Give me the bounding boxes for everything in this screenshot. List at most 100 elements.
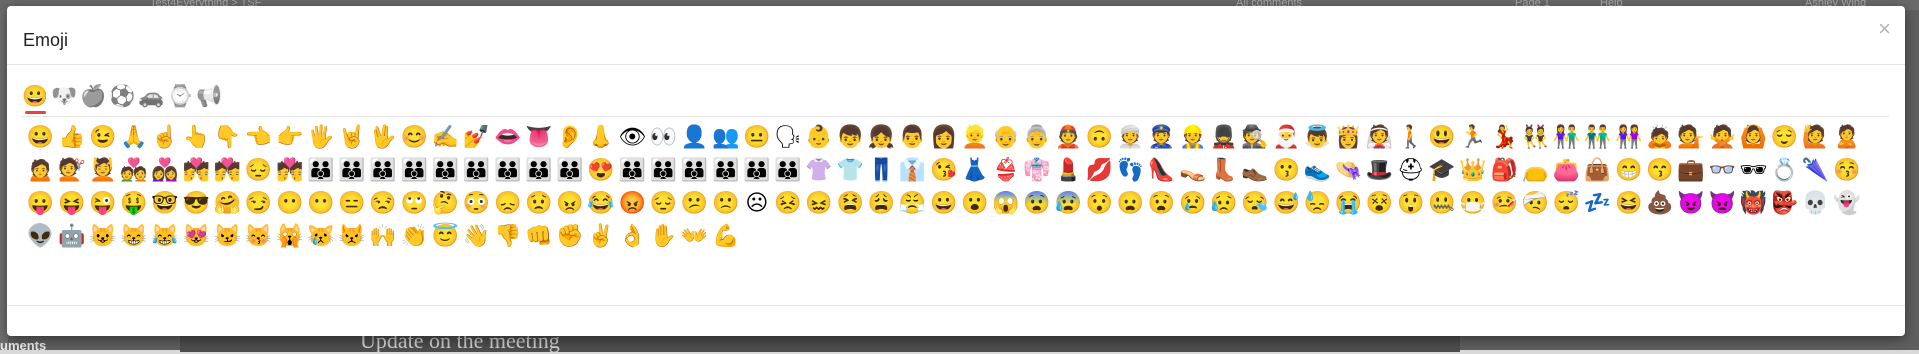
emoji-button[interactable]: 👩‍❤️‍👩: [150, 153, 181, 186]
emoji-button[interactable]: 👉: [274, 120, 305, 153]
emoji-button[interactable]: 👰: [1364, 120, 1395, 153]
emoji-button[interactable]: 👡: [1177, 153, 1208, 186]
emoji-button[interactable]: 💏: [212, 153, 243, 186]
emoji-button[interactable]: 😊: [399, 120, 430, 153]
emoji-button[interactable]: 🎒: [1489, 153, 1520, 186]
emoji-button[interactable]: ✍: [430, 120, 461, 153]
emoji-button[interactable]: 😟: [523, 186, 554, 219]
emoji-button[interactable]: 👤: [679, 120, 710, 153]
emoji-button[interactable]: 👫: [1551, 120, 1582, 153]
emoji-button[interactable]: 👪: [461, 153, 492, 186]
emoji-button[interactable]: 😯: [1084, 186, 1115, 219]
emoji-button[interactable]: 👭: [1613, 120, 1644, 153]
emoji-button[interactable]: 😌: [1769, 120, 1800, 153]
emoji-button[interactable]: 😷: [1457, 186, 1488, 219]
emoji-button[interactable]: 😞: [492, 186, 523, 219]
emoji-button[interactable]: 👈: [243, 120, 274, 153]
emoji-button[interactable]: 👷: [1177, 120, 1208, 153]
emoji-button[interactable]: 😖: [804, 186, 835, 219]
emoji-button[interactable]: 💋: [1084, 153, 1115, 186]
emoji-button[interactable]: 😶: [305, 186, 336, 219]
emoji-button[interactable]: 👅: [523, 120, 554, 153]
emoji-button[interactable]: 👟: [1302, 153, 1333, 186]
emoji-button[interactable]: 💃: [1489, 120, 1520, 153]
emoji-button[interactable]: 💄: [1053, 153, 1084, 186]
emoji-button[interactable]: 🤘: [336, 120, 367, 153]
emoji-button[interactable]: 💆: [87, 153, 118, 186]
emoji-button[interactable]: 👬: [1582, 120, 1613, 153]
emoji-button[interactable]: 👑: [1457, 153, 1488, 186]
emoji-button[interactable]: 😂: [586, 186, 617, 219]
emoji-button[interactable]: 😆: [1613, 186, 1644, 219]
emoji-button[interactable]: 😢: [1177, 186, 1208, 219]
emoji-button[interactable]: 👩: [928, 120, 959, 153]
emoji-button[interactable]: 🙄: [399, 186, 430, 219]
emoji-button[interactable]: 👋: [461, 219, 492, 252]
emoji-button[interactable]: 😘: [928, 153, 959, 186]
emoji-button[interactable]: 👁: [617, 120, 648, 153]
emoji-button[interactable]: 💑: [118, 153, 149, 186]
emoji-button[interactable]: 👪: [617, 153, 648, 186]
emoji-button[interactable]: 👪: [430, 153, 461, 186]
emoji-button[interactable]: 👮: [1146, 120, 1177, 153]
emoji-button[interactable]: 😓: [1302, 186, 1333, 219]
emoji-button[interactable]: 🙆: [1738, 120, 1769, 153]
tab-animals[interactable]: 🐶: [50, 80, 79, 114]
emoji-button[interactable]: 💁: [1675, 120, 1706, 153]
emoji-button[interactable]: 😍: [586, 153, 617, 186]
emoji-button[interactable]: 😮: [959, 186, 990, 219]
emoji-button[interactable]: 👆: [181, 120, 212, 153]
emoji-button[interactable]: 👕: [835, 153, 866, 186]
emoji-button[interactable]: 👿: [1707, 186, 1738, 219]
emoji-button[interactable]: ✋: [648, 219, 679, 252]
emoji-button[interactable]: 👪: [399, 153, 430, 186]
emoji-button[interactable]: 😀: [928, 186, 959, 219]
emoji-button[interactable]: 🤑: [118, 186, 149, 219]
tab-travel[interactable]: 🚗: [137, 80, 166, 114]
emoji-button[interactable]: 👍: [56, 120, 87, 153]
emoji-button[interactable]: 👇: [212, 120, 243, 153]
emoji-button[interactable]: 👚: [804, 153, 835, 186]
emoji-button[interactable]: 🎩: [1364, 153, 1395, 186]
emoji-button[interactable]: ✊: [554, 219, 585, 252]
emoji-button[interactable]: 👜: [1582, 153, 1613, 186]
emoji-button[interactable]: 😶: [274, 186, 305, 219]
emoji-button[interactable]: 👝: [1520, 153, 1551, 186]
emoji-button[interactable]: 👪: [679, 153, 710, 186]
emoji-button[interactable]: 😤: [897, 186, 928, 219]
emoji-button[interactable]: 👦: [835, 120, 866, 153]
emoji-button[interactable]: 👪: [772, 153, 803, 186]
emoji-button[interactable]: 🏃: [1457, 120, 1488, 153]
emoji-button[interactable]: 👄: [492, 120, 523, 153]
emoji-button[interactable]: 😝: [56, 186, 87, 219]
emoji-button[interactable]: 👗: [959, 153, 990, 186]
emoji-button[interactable]: 👽: [25, 219, 56, 252]
emoji-button[interactable]: 🙁: [710, 186, 741, 219]
emoji-button[interactable]: 😚: [1831, 153, 1862, 186]
emoji-button[interactable]: 🤖: [56, 219, 87, 252]
emoji-button[interactable]: 😉: [87, 120, 118, 153]
emoji-button[interactable]: 🕵: [1239, 120, 1270, 153]
emoji-button[interactable]: 🤗: [212, 186, 243, 219]
emoji-button[interactable]: 😇: [430, 219, 461, 252]
emoji-button[interactable]: 😔: [243, 153, 274, 186]
emoji-button[interactable]: 👧: [866, 120, 897, 153]
emoji-button[interactable]: 🕶: [1738, 153, 1769, 186]
emoji-button[interactable]: 😒: [368, 186, 399, 219]
emoji-button[interactable]: 🌂: [1800, 153, 1831, 186]
tab-smileys[interactable]: 😀: [21, 80, 50, 114]
emoji-button[interactable]: 💏: [181, 153, 212, 186]
emoji-button[interactable]: 👼: [1302, 120, 1333, 153]
emoji-button[interactable]: 😻: [181, 219, 212, 252]
emoji-button[interactable]: 🗣: [772, 120, 803, 153]
emoji-button[interactable]: 😐: [741, 120, 772, 153]
emoji-button[interactable]: 👠: [1146, 153, 1177, 186]
emoji-button[interactable]: 😧: [1146, 186, 1177, 219]
emoji-button[interactable]: 👪: [336, 153, 367, 186]
emoji-button[interactable]: 👒: [1333, 153, 1364, 186]
emoji-button[interactable]: 👲: [1053, 120, 1084, 153]
emoji-button[interactable]: 🙏: [118, 120, 149, 153]
emoji-button[interactable]: 😛: [25, 186, 56, 219]
tab-activity[interactable]: ⚽: [108, 80, 137, 114]
emoji-button[interactable]: 👪: [648, 153, 679, 186]
